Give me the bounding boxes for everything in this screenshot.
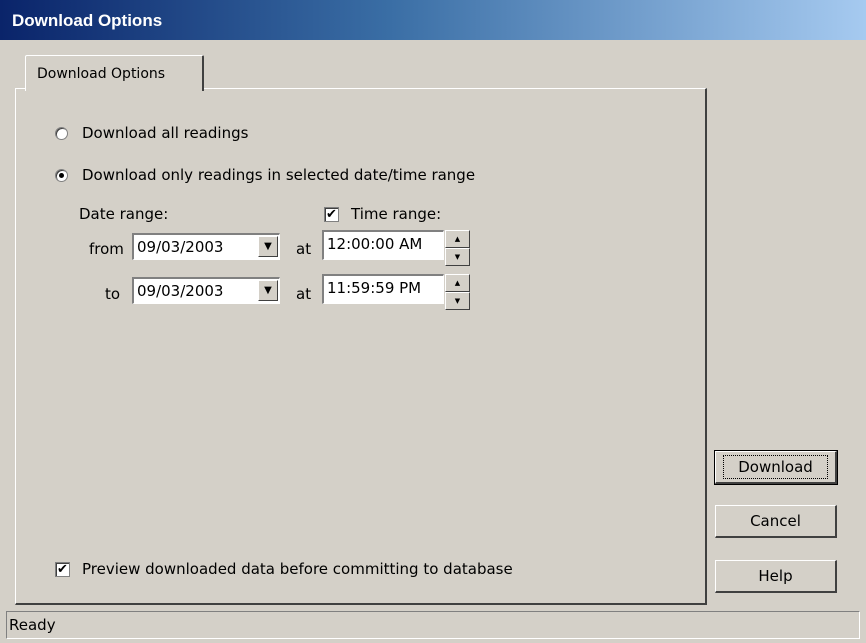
preview-checkbox[interactable]: ✔ Preview downloaded data before committ…: [55, 560, 513, 578]
from-time-input[interactable]: 12:00:00 AM: [322, 230, 444, 260]
tab-joint: [26, 88, 202, 92]
spin-down-icon[interactable]: ▼: [445, 292, 470, 310]
radio-all-label: Download all readings: [82, 124, 249, 142]
time-range-label: Time range:: [351, 205, 442, 223]
to-date-value: 09/03/2003: [137, 282, 224, 300]
from-time-spinner[interactable]: ▲ ▼: [445, 230, 470, 266]
from-time-value: 12:00:00 AM: [327, 235, 423, 253]
window-title: Download Options: [0, 0, 866, 40]
radio-all-icon[interactable]: [55, 126, 68, 140]
preview-label: Preview downloaded data before committin…: [82, 560, 513, 578]
date-range-label: Date range:: [79, 205, 169, 223]
at-label-to: at: [296, 285, 312, 303]
radio-range-icon[interactable]: [55, 168, 68, 182]
radio-range-label: Download only readings in selected date/…: [82, 166, 476, 184]
download-button[interactable]: Download: [714, 450, 838, 485]
cancel-button[interactable]: Cancel: [715, 505, 837, 538]
spin-down-icon[interactable]: ▼: [445, 248, 470, 266]
chevron-down-icon[interactable]: ▼: [258, 280, 278, 301]
from-label: from: [89, 240, 124, 258]
to-time-input[interactable]: 11:59:59 PM: [322, 274, 444, 304]
tab-download-options[interactable]: Download Options: [25, 55, 204, 91]
check-icon[interactable]: ✔: [55, 561, 70, 577]
to-time-value: 11:59:59 PM: [327, 279, 422, 297]
help-button-label: Help: [758, 567, 793, 585]
from-date-dropdown[interactable]: 09/03/2003 ▼: [132, 233, 280, 260]
radio-date-range[interactable]: Download only readings in selected date/…: [55, 166, 475, 184]
spin-up-icon[interactable]: ▲: [445, 230, 470, 248]
help-button[interactable]: Help: [715, 560, 837, 593]
to-date-dropdown[interactable]: 09/03/2003 ▼: [132, 277, 280, 304]
spin-up-icon[interactable]: ▲: [445, 274, 470, 292]
check-icon[interactable]: ✔: [324, 206, 339, 222]
at-label-from: at: [296, 240, 312, 258]
status-bar: Ready: [6, 611, 860, 639]
chevron-down-icon[interactable]: ▼: [258, 236, 278, 257]
to-label: to: [105, 285, 121, 303]
time-range-checkbox[interactable]: ✔ Time range:: [324, 205, 441, 223]
status-text: Ready: [9, 616, 56, 634]
from-date-value: 09/03/2003: [137, 238, 224, 256]
cancel-button-label: Cancel: [750, 512, 801, 530]
radio-all-readings[interactable]: Download all readings: [55, 124, 248, 142]
to-time-spinner[interactable]: ▲ ▼: [445, 274, 470, 310]
download-button-label: Download: [723, 455, 828, 479]
radio-selected-dot-icon: [59, 172, 64, 178]
